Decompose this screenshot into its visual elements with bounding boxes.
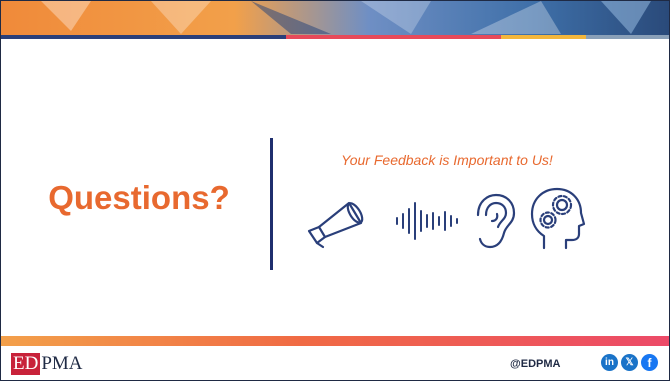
linkedin-glyph: in	[605, 357, 614, 368]
footer-accent-bar	[1, 336, 669, 346]
ear-icon	[466, 191, 518, 251]
linkedin-icon[interactable]: in	[601, 354, 618, 371]
social-handle: @EDPMA	[510, 358, 561, 370]
sound-wave-icon	[393, 201, 465, 241]
megaphone-icon	[303, 193, 373, 249]
head-gears-icon	[528, 186, 586, 252]
x-twitter-icon[interactable]: 𝕏	[621, 354, 638, 371]
facebook-icon[interactable]: f	[641, 354, 658, 371]
facebook-glyph: f	[647, 355, 652, 370]
logo-pma-text: PMA	[41, 353, 83, 374]
x-glyph: 𝕏	[625, 357, 634, 368]
questions-title: Questions?	[48, 179, 230, 216]
feedback-subtitle: Your Feedback is Important to Us!	[341, 152, 553, 168]
header-banner	[1, 1, 669, 41]
edpma-logo: ED PMA	[11, 351, 83, 375]
logo-ed-text: ED	[11, 353, 41, 375]
vertical-divider	[270, 138, 273, 270]
slide: Questions? Your Feedback is Important to…	[0, 0, 670, 381]
